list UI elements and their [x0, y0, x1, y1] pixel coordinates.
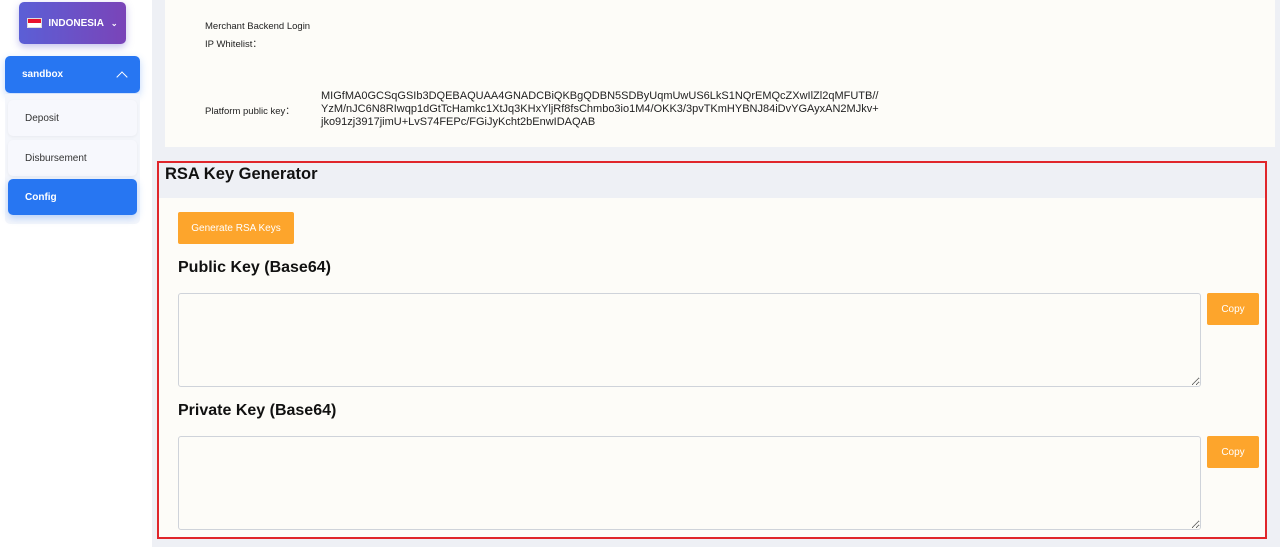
- chevron-up-icon: [116, 70, 128, 83]
- indonesia-flag-icon: [27, 18, 43, 28]
- environment-submenu: Deposit Disbursement Config: [5, 94, 140, 224]
- private-key-title: Private Key (Base64): [178, 402, 337, 419]
- platform-public-key-label: Platform public key：: [205, 106, 295, 117]
- copy-private-key-button[interactable]: Copy: [1207, 436, 1259, 468]
- main-content: Merchant Backend Login IP Whitelist： Pla…: [152, 0, 1280, 547]
- sidebar-item-disbursement[interactable]: Disbursement: [8, 140, 137, 176]
- merchant-login-label: Merchant Backend Login: [205, 21, 311, 32]
- sidebar: INDONESIA ⌄ sandbox Deposit Disbursement…: [0, 0, 152, 547]
- sidebar-item-label: Disbursement: [25, 152, 87, 164]
- sidebar-item-label: Deposit: [25, 112, 59, 124]
- public-key-title: Public Key (Base64): [178, 259, 331, 276]
- rsa-key-generator-panel: RSA Key Generator Generate RSA Keys Publ…: [157, 161, 1267, 539]
- rsa-panel-header: RSA Key Generator: [159, 163, 1265, 198]
- copy-public-key-button[interactable]: Copy: [1207, 293, 1259, 325]
- sidebar-item-label: Config: [25, 191, 57, 203]
- ip-whitelist-label: IP Whitelist：: [205, 39, 262, 50]
- sidebar-item-deposit[interactable]: Deposit: [8, 100, 137, 136]
- generate-rsa-keys-button[interactable]: Generate RSA Keys: [178, 212, 294, 244]
- config-info-card: Merchant Backend Login IP Whitelist： Pla…: [165, 0, 1275, 147]
- country-selector-button[interactable]: INDONESIA ⌄: [19, 2, 126, 44]
- public-key-textarea[interactable]: [178, 293, 1201, 387]
- environment-menu-sandbox[interactable]: sandbox: [5, 56, 140, 93]
- chevron-down-icon: ⌄: [110, 18, 118, 28]
- environment-label: sandbox: [22, 69, 64, 80]
- private-key-textarea[interactable]: [178, 436, 1201, 530]
- sidebar-item-config[interactable]: Config: [8, 179, 137, 215]
- country-label: INDONESIA: [48, 17, 104, 29]
- rsa-panel-title: RSA Key Generator: [165, 165, 318, 183]
- platform-public-key-value: MIGfMA0GCSqGSIb3DQEBAQUAA4GNADCBiQKBgQDB…: [321, 90, 879, 128]
